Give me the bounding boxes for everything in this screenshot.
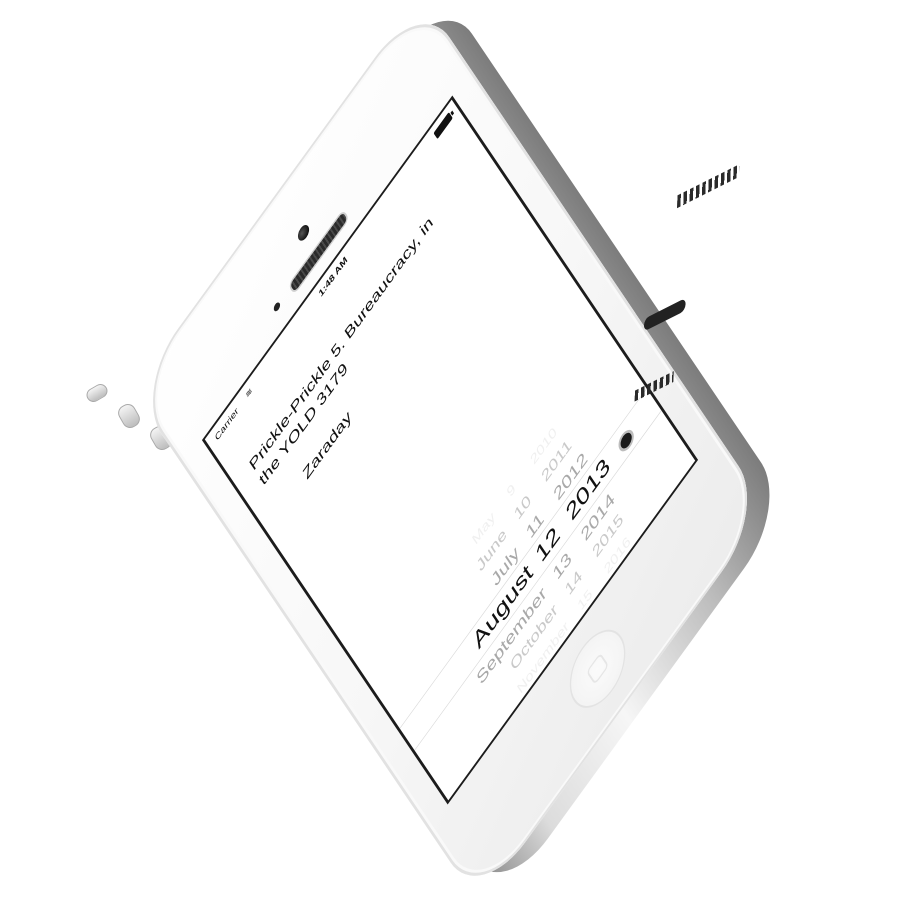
speaker-grille-icon: [676, 164, 740, 209]
month-wheel[interactable]: May June July August September October N…: [373, 509, 571, 697]
device-photo: Carrier ≋ 1:48 AM Prickle-Prickle 5. Bur…: [0, 0, 900, 900]
day-wheel[interactable]: 9 10 11 12 13 14 15: [491, 462, 595, 613]
home-square-icon: [586, 652, 610, 686]
mute-switch: [83, 381, 111, 405]
year-wheel[interactable]: 2010 2011 2012 2013 2014 2015 2016: [528, 352, 633, 577]
volume-up-button: [115, 401, 143, 431]
